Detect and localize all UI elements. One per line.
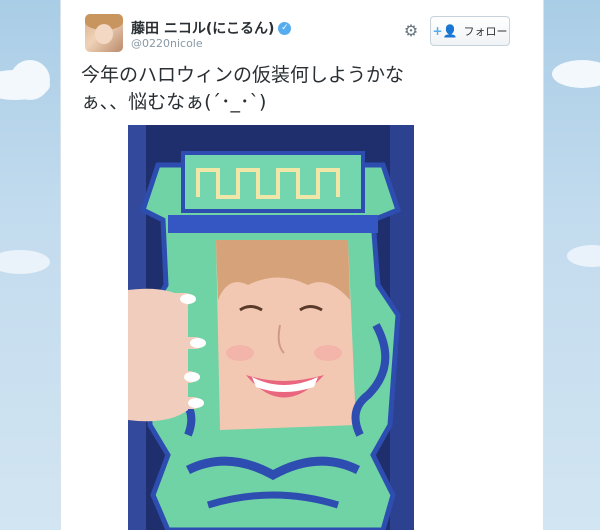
follow-button-label: フォロー	[463, 25, 508, 38]
author-name[interactable]: 藤田 ニコル(にこるん) ✓	[131, 18, 292, 38]
add-user-icon: +👤	[432, 24, 458, 38]
tweet-photo[interactable]	[128, 125, 414, 530]
verified-badge-icon: ✓	[278, 21, 292, 35]
halloween-mask-photo	[128, 125, 414, 530]
author-handle[interactable]: @0220nicole	[131, 37, 203, 50]
follow-button[interactable]: +👤 フォロー	[430, 16, 510, 46]
tweet-card: 藤田 ニコル(にこるん) ✓ @0220nicole ⚙ +👤 フォロー 今年の…	[60, 0, 544, 530]
author-name-text[interactable]: 藤田 ニコル(にこるん)	[131, 18, 274, 38]
gear-icon[interactable]: ⚙	[402, 22, 420, 40]
tweet-text: 今年のハロウィンの仮装何しようかな ぁ、、悩むなぁ(´･_･`)	[81, 62, 521, 116]
page-background-right	[542, 0, 600, 530]
avatar[interactable]	[85, 14, 123, 52]
tweet-text-line-2: ぁ、、悩むなぁ(´･_･`)	[81, 91, 267, 113]
page-background-left	[0, 0, 60, 530]
tweet-text-line-1: 今年のハロウィンの仮装何しようかな	[81, 64, 405, 86]
